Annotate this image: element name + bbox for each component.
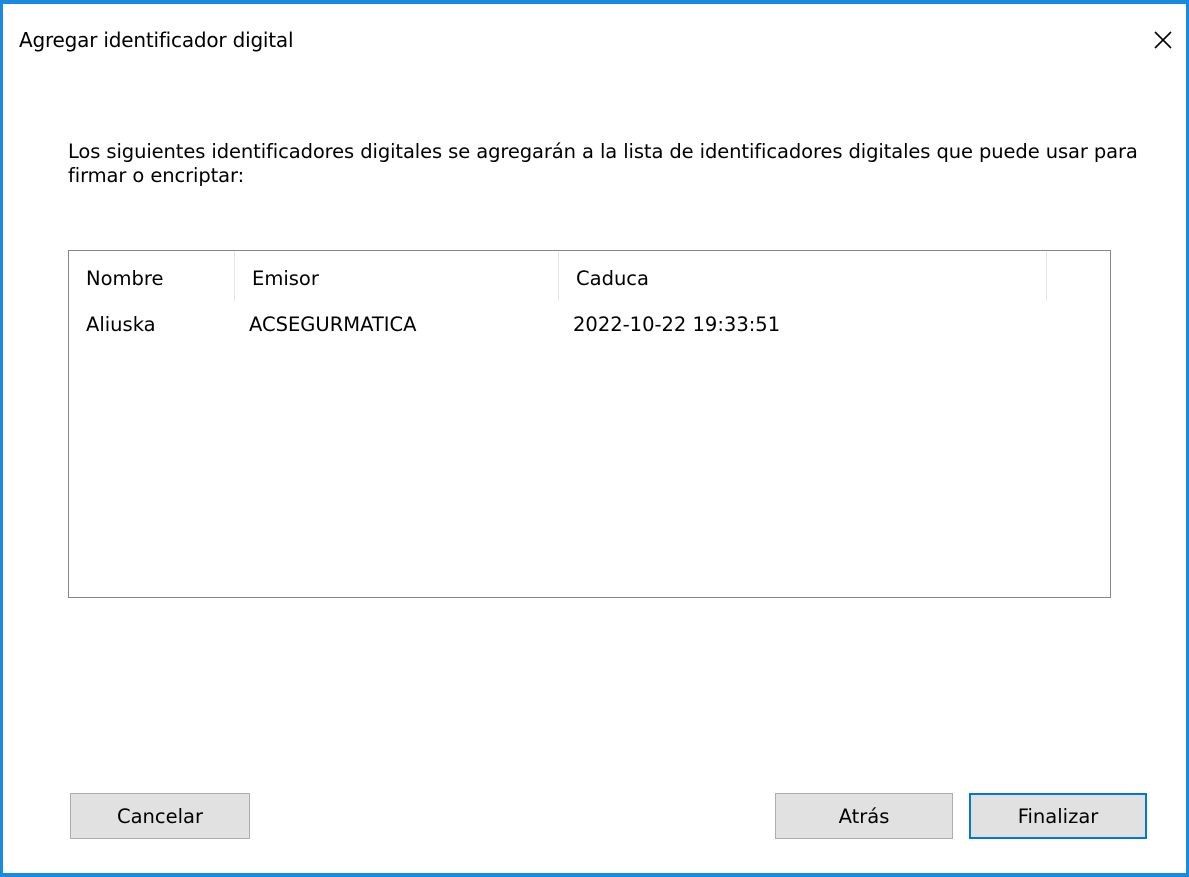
list-header: Nombre Emisor Caduca xyxy=(69,251,1110,301)
column-header-expires[interactable]: Caduca xyxy=(559,251,1047,301)
dialog-window: Agregar identificador digital Los siguie… xyxy=(0,0,1189,877)
intro-text: Los siguientes identificadores digitales… xyxy=(68,140,1138,187)
title-bar: Agregar identificador digital xyxy=(3,4,1186,64)
digital-id-list[interactable]: Nombre Emisor Caduca Aliuska ACSEGURMATI… xyxy=(68,250,1111,598)
cell-issuer: ACSEGURMATICA xyxy=(249,313,417,336)
finish-button[interactable]: Finalizar xyxy=(969,793,1147,839)
column-header-filler xyxy=(1047,251,1110,301)
column-header-name[interactable]: Nombre xyxy=(69,251,235,301)
dialog-title: Agregar identificador digital xyxy=(19,28,294,52)
back-button[interactable]: Atrás xyxy=(775,793,953,839)
cell-expires: 2022-10-22 19:33:51 xyxy=(573,313,781,336)
cancel-button[interactable]: Cancelar xyxy=(70,793,250,839)
list-item[interactable]: Aliuska ACSEGURMATICA 2022-10-22 19:33:5… xyxy=(69,301,1110,345)
close-button[interactable] xyxy=(1140,20,1186,60)
cell-name: Aliuska xyxy=(86,313,156,336)
column-header-issuer[interactable]: Emisor xyxy=(235,251,559,301)
close-icon xyxy=(1154,31,1172,49)
